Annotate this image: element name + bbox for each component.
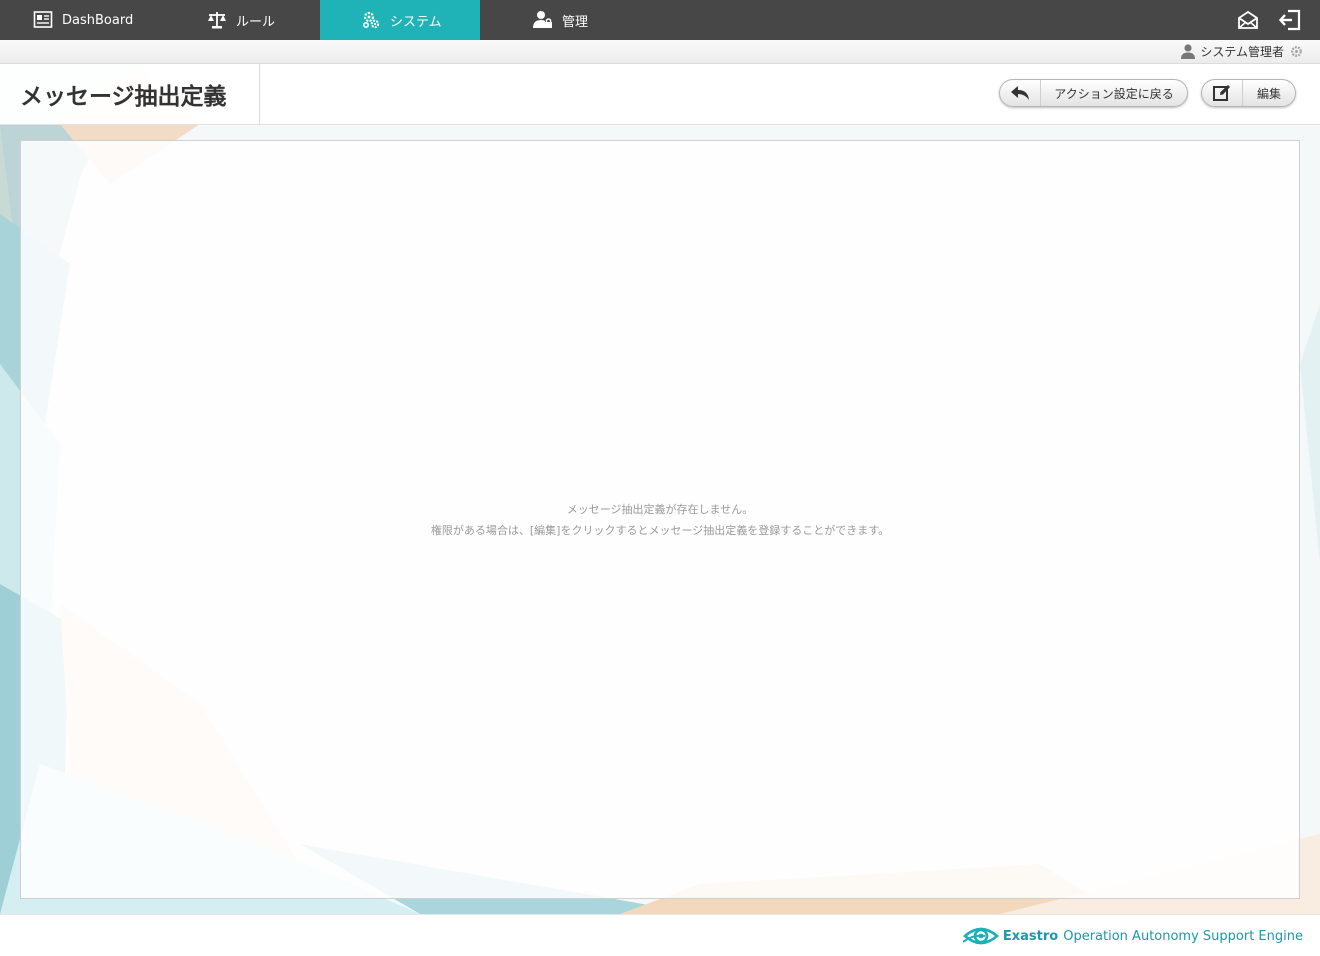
tab-dashboard[interactable]: DashBoard bbox=[0, 0, 160, 40]
user-name: システム管理者 bbox=[1200, 45, 1284, 59]
edit-button[interactable]: 編集 bbox=[1201, 79, 1296, 107]
tab-dashboard-label: DashBoard bbox=[62, 12, 134, 28]
edit-button-label: 編集 bbox=[1256, 86, 1281, 101]
tab-system-label: システム bbox=[390, 14, 442, 30]
brand-tagline: Operation Autonomy Support Engine bbox=[1063, 928, 1303, 944]
brand-name: Exastro bbox=[1002, 928, 1059, 944]
user-bar: システム管理者 bbox=[0, 40, 1320, 64]
footer: Exastro Operation Autonomy Support Engin… bbox=[0, 914, 1320, 956]
top-nav: DashBoard ルール システム 管理 bbox=[0, 0, 1320, 40]
empty-message: メッセージ抽出定義が存在しません。 bbox=[566, 502, 754, 516]
main-panel: メッセージ抽出定義が存在しません。 権限がある場合は、[編集]をクリックするとメ… bbox=[20, 140, 1300, 899]
logout-icon[interactable] bbox=[1278, 8, 1302, 32]
back-button-label: アクション設定に戻る bbox=[1054, 86, 1174, 101]
page-title: メッセージ抽出定義 bbox=[0, 64, 260, 124]
user-lock-icon bbox=[533, 10, 553, 30]
tab-rules-label: ルール bbox=[236, 14, 276, 30]
edit-icon bbox=[1202, 80, 1243, 106]
user-menu[interactable]: システム管理者 bbox=[1180, 43, 1304, 60]
page-header: メッセージ抽出定義 アクション設定に戻る 編集 bbox=[0, 64, 1320, 125]
exastro-logo-icon bbox=[962, 927, 999, 945]
tab-system[interactable]: システム bbox=[320, 0, 480, 40]
tab-rules[interactable]: ルール bbox=[160, 0, 320, 40]
gear-icon[interactable] bbox=[1288, 44, 1304, 60]
tab-admin[interactable]: 管理 bbox=[480, 0, 640, 40]
dashboard-icon bbox=[33, 10, 53, 30]
mail-icon[interactable] bbox=[1236, 8, 1260, 32]
brand: Exastro Operation Autonomy Support Engin… bbox=[962, 924, 1303, 948]
gears-icon bbox=[361, 10, 381, 30]
tab-admin-label: 管理 bbox=[562, 14, 589, 30]
top-actions bbox=[1236, 8, 1302, 32]
user-icon bbox=[1180, 44, 1196, 60]
scales-icon bbox=[207, 10, 227, 30]
reply-arrow-icon bbox=[1000, 80, 1041, 106]
empty-hint: 権限がある場合は、[編集]をクリックするとメッセージ抽出定義を登録することができ… bbox=[430, 523, 890, 537]
back-to-action-settings-button[interactable]: アクション設定に戻る bbox=[999, 79, 1188, 107]
